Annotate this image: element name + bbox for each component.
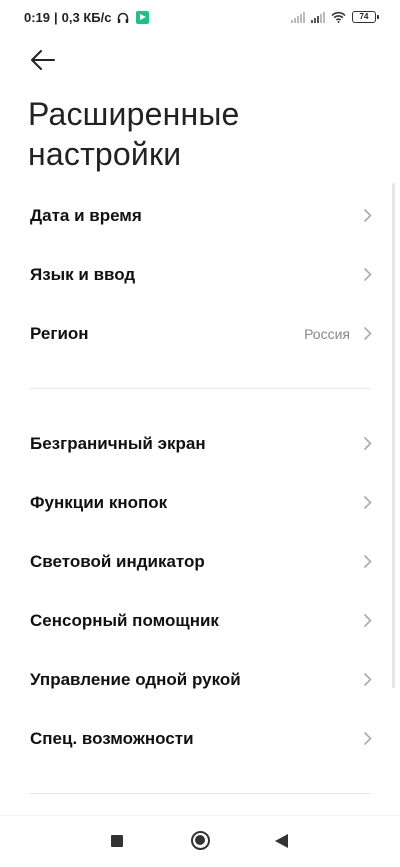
recent-apps-icon[interactable] (111, 835, 123, 847)
chevron-right-icon (363, 554, 372, 569)
chevron-right-icon (363, 267, 372, 282)
settings-item-value: Россия (304, 325, 350, 342)
settings-list: Дата и время Язык и ввод Регион Россия Б… (0, 186, 400, 819)
status-network-speed: 0,3 КБ/с (61, 10, 112, 25)
settings-item-label: Функции кнопок (30, 492, 168, 512)
settings-item-label: Спец. возможности (30, 728, 194, 748)
page-title-line-2: настройки (28, 136, 182, 172)
chevron-right-icon (363, 495, 372, 510)
settings-item-button-functions[interactable]: Функции кнопок (0, 473, 400, 532)
settings-item-label: Световой индикатор (30, 551, 205, 571)
settings-item-label: Дата и время (30, 205, 142, 225)
back-triangle-icon[interactable] (275, 834, 288, 848)
app-notification-icon (136, 11, 150, 24)
status-left: 0:19 | 0,3 КБ/с (24, 10, 150, 25)
signal-icon (291, 12, 305, 23)
settings-item-label: Язык и ввод (30, 264, 136, 284)
settings-item-notification-light[interactable]: Световой индикатор (0, 532, 400, 591)
settings-item-label: Регион (30, 323, 89, 343)
settings-item-language-input[interactable]: Язык и ввод (0, 245, 400, 304)
navigation-bar (0, 815, 400, 867)
page-title: Расширенные настройки (28, 94, 240, 174)
section-divider (29, 388, 371, 389)
chevron-right-icon (363, 436, 372, 451)
battery-level: 74 (359, 12, 369, 21)
settings-item-one-handed-mode[interactable]: Управление одной рукой (0, 650, 400, 709)
status-right: 74 (291, 11, 379, 23)
section-divider (29, 793, 371, 794)
settings-item-accessibility[interactable]: Спец. возможности (0, 709, 400, 768)
settings-item-label: Управление одной рукой (30, 669, 241, 689)
settings-item-date-time[interactable]: Дата и время (0, 186, 400, 245)
chevron-right-icon (363, 208, 372, 223)
signal-icon (311, 12, 325, 23)
status-bar: 0:19 | 0,3 КБ/с 74 (0, 0, 400, 36)
headset-icon (118, 12, 129, 23)
settings-item-fullscreen-display[interactable]: Безграничный экран (0, 414, 400, 473)
settings-item-region[interactable]: Регион Россия (0, 304, 400, 363)
chevron-right-icon (363, 613, 372, 628)
page-title-line-1: Расширенные (28, 96, 240, 132)
arrow-left-icon[interactable] (29, 47, 57, 73)
settings-item-label: Сенсорный помощник (30, 610, 219, 630)
chevron-right-icon (363, 326, 372, 341)
settings-item-quick-ball[interactable]: Сенсорный помощник (0, 591, 400, 650)
chevron-right-icon (363, 731, 372, 746)
settings-item-label: Безграничный экран (30, 433, 206, 453)
home-icon[interactable] (191, 831, 210, 850)
battery-icon: 74 (352, 11, 379, 23)
status-separator: | (54, 10, 58, 25)
status-time: 0:19 (24, 10, 51, 25)
chevron-right-icon (363, 672, 372, 687)
wifi-icon (331, 11, 346, 23)
